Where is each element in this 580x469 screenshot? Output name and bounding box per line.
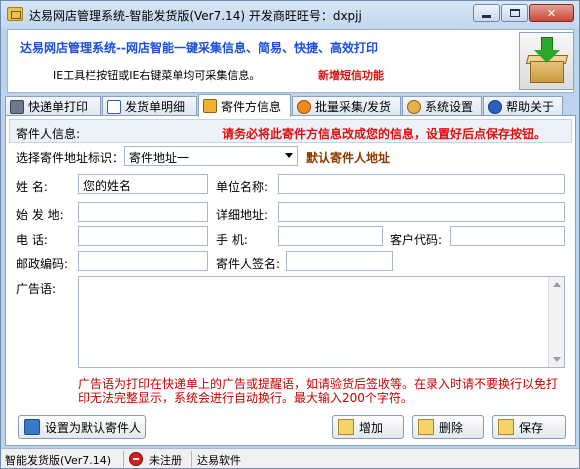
save-icon xyxy=(498,419,514,435)
origin-field[interactable] xyxy=(78,202,208,222)
tab-label: 寄件方信息 xyxy=(221,99,282,114)
tab-label: 帮助关于 xyxy=(506,100,555,114)
tab-label: 系统设置 xyxy=(425,100,474,114)
add-button[interactable]: 增加 xyxy=(332,415,404,439)
add-icon xyxy=(338,419,354,435)
tab-label: 批量采集/发货 xyxy=(315,100,392,114)
customer-code-field[interactable] xyxy=(450,226,565,246)
unregistered-icon xyxy=(129,452,143,466)
banner: 达易网店管理系统--网店智能一键采集信息、简易、快捷、高效打印 IE工具栏按钮或… xyxy=(7,29,574,93)
phone-field[interactable] xyxy=(78,226,208,246)
maximize-icon xyxy=(509,9,520,17)
origin-label: 始 发 地: xyxy=(16,208,64,222)
banner-tip: IE工具栏按钮或IE右键菜单均可采集信息。 xyxy=(53,69,261,82)
ad-note: 广告语为打印在快递单上的广告或提醒语，如请验货后签收等。在录入时请不要换行以免打… xyxy=(78,377,559,405)
status-registration: 未注册 xyxy=(149,454,182,467)
maximize-button[interactable] xyxy=(501,4,528,22)
close-button[interactable]: ✕ xyxy=(529,4,574,22)
set-default-sender-button[interactable]: 设置为默认寄件人 xyxy=(18,415,146,439)
user-default-icon xyxy=(24,419,40,435)
save-button[interactable]: 保存 xyxy=(492,415,566,439)
name-field[interactable]: 您的姓名 xyxy=(78,174,208,194)
signature-label: 寄件人签名: xyxy=(216,257,281,271)
address-label: 详细地址: xyxy=(216,208,269,222)
postcode-label: 邮政编码: xyxy=(16,257,69,271)
tab-label: 快递单打印 xyxy=(28,100,89,114)
close-icon: ✕ xyxy=(546,6,557,20)
set-default-label: 设置为默认寄件人 xyxy=(45,420,142,435)
add-label: 增加 xyxy=(359,420,384,435)
chevron-down-icon xyxy=(285,153,293,158)
default-sender-label: 默认寄件人地址 xyxy=(306,151,391,165)
minimize-icon xyxy=(482,14,491,18)
help-icon xyxy=(488,99,502,114)
tab-label: 发货单明细 xyxy=(125,100,186,114)
mobile-field[interactable] xyxy=(278,226,383,246)
window-title: 达易网店管理系统-智能发货版(Ver7.14) 开发商旺旺号：dxpjj xyxy=(29,9,362,23)
company-field[interactable] xyxy=(278,174,565,194)
address-field[interactable] xyxy=(278,202,565,222)
sender-info-warning: 请务必将此寄件方信息改成您的信息，设置好后点保存按钮。 xyxy=(222,127,547,141)
postcode-field[interactable] xyxy=(78,251,208,271)
sender-info-header: 寄件人信息: 请务必将此寄件方信息改成您的信息，设置好后点保存按钮。 xyxy=(9,119,572,143)
sender-icon xyxy=(203,99,217,113)
ad-scrollbar[interactable] xyxy=(548,277,564,367)
batch-icon xyxy=(297,99,311,114)
title-bar[interactable]: 达易网店管理系统-智能发货版(Ver7.14) 开发商旺旺号：dxpjj ✕ xyxy=(1,1,579,28)
sender-info-panel: 寄件人信息: 请务必将此寄件方信息改成您的信息，设置好后点保存按钮。 选择寄件地… xyxy=(5,115,576,446)
status-edition: 智能发货版(Ver7.14) xyxy=(5,454,112,467)
printer-icon xyxy=(10,99,24,114)
signature-field[interactable] xyxy=(286,251,393,271)
customer-code-label: 客户代码: xyxy=(390,233,443,247)
save-label: 保存 xyxy=(519,420,544,435)
tab-help-about[interactable]: 帮助关于 xyxy=(483,96,563,116)
tab-sender-info[interactable]: 寄件方信息 xyxy=(198,94,291,117)
settings-icon xyxy=(407,99,421,114)
delete-button[interactable]: 删除 xyxy=(412,415,484,439)
scroll-down-icon[interactable] xyxy=(553,357,561,362)
app-box-icon xyxy=(7,7,23,21)
ad-textarea[interactable] xyxy=(78,276,565,368)
new-feature-link[interactable]: 新增短信功能 xyxy=(318,67,384,83)
banner-title: 达易网店管理系统--网店智能一键采集信息、简易、快捷、高效打印 xyxy=(20,41,378,55)
minimize-button[interactable] xyxy=(473,4,500,22)
tab-system-settings[interactable]: 系统设置 xyxy=(402,96,482,116)
status-company: 达易软件 xyxy=(197,454,241,467)
phone-label: 电 话: xyxy=(16,233,48,247)
tab-batch-collect[interactable]: 批量采集/发货 xyxy=(292,96,401,116)
delete-label: 删除 xyxy=(439,420,464,435)
address-select[interactable]: 寄件地址一 xyxy=(124,146,298,166)
document-icon xyxy=(107,99,121,114)
address-select-label: 选择寄件地址标识： xyxy=(16,151,125,165)
company-label: 单位名称: xyxy=(216,180,269,194)
ad-label: 广告语: xyxy=(16,282,57,296)
scroll-up-icon[interactable] xyxy=(553,282,561,287)
delete-icon xyxy=(418,419,434,435)
mobile-label: 手 机: xyxy=(216,233,248,247)
tab-shipping-details[interactable]: 发货单明细 xyxy=(102,96,197,116)
sender-info-label: 寄件人信息: xyxy=(16,127,81,141)
tab-express-print[interactable]: 快递单打印 xyxy=(5,96,101,116)
address-select-value: 寄件地址一 xyxy=(129,151,190,165)
tab-strip: 快递单打印 发货单明细 寄件方信息 批量采集/发货 系统设置 帮助关于 xyxy=(5,94,577,117)
status-bar: 智能发货版(Ver7.14) 未注册 达易软件 xyxy=(1,448,579,468)
main-window: 达易网店管理系统-智能发货版(Ver7.14) 开发商旺旺号：dxpjj ✕ 达… xyxy=(0,0,580,469)
name-label: 姓 名: xyxy=(16,180,48,194)
download-box-icon xyxy=(519,32,574,90)
